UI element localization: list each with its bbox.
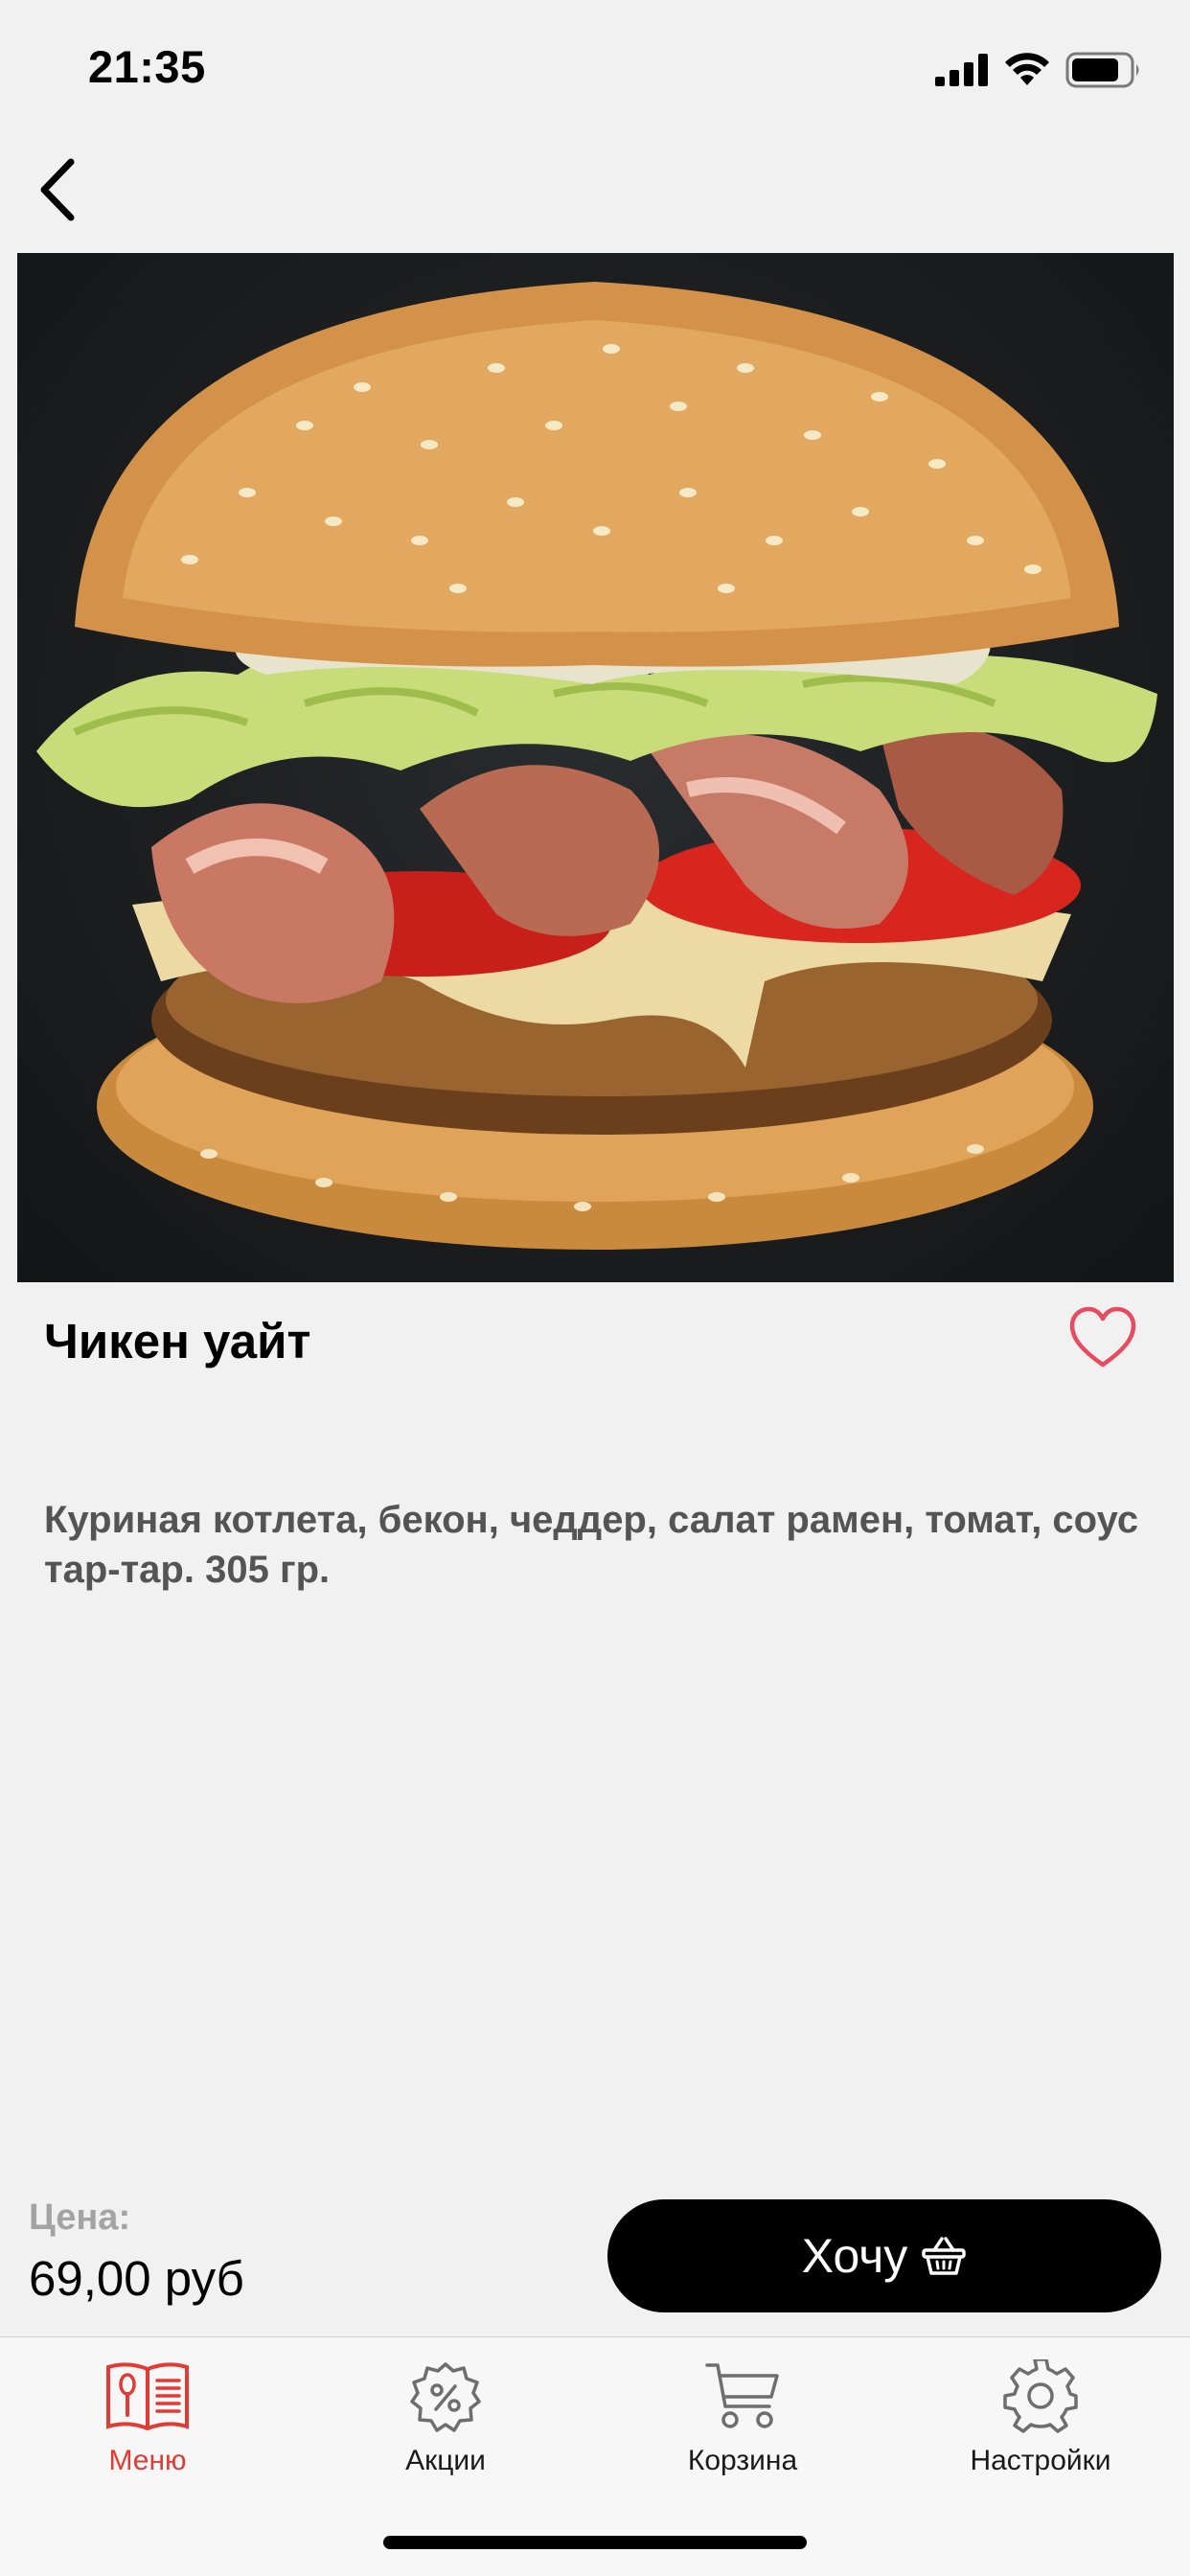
favorite-button[interactable] <box>1068 1305 1137 1370</box>
burger-photo-icon <box>36 282 1157 1250</box>
want-button-label: Хочу <box>801 2229 908 2283</box>
status-time: 21:35 <box>88 41 206 92</box>
tab-menu[interactable]: Меню <box>33 2357 263 2500</box>
signal-icon <box>935 54 988 86</box>
tab-promotions[interactable]: Акции <box>331 2357 561 2500</box>
price-label: Цена: <box>29 2197 131 2238</box>
tab-cart[interactable]: Корзина <box>628 2357 858 2500</box>
product-description: Куриная котлета, бекон, чеддер, салат ра… <box>44 1499 1139 1591</box>
tab-menu-label: Меню <box>108 2445 187 2476</box>
settings-gear-icon <box>1003 2359 1078 2433</box>
product-title: Чикен уайт <box>44 1314 311 1368</box>
price-value: 69,00 руб <box>29 2251 244 2306</box>
menu-book-icon <box>106 2362 189 2431</box>
product-screen: 21:35 Чикен уайт Куриная котлета, бекон,… <box>0 0 1190 2576</box>
chevron-left-icon <box>40 158 75 221</box>
tab-settings-label: Настройки <box>970 2445 1111 2476</box>
home-indicator <box>383 2536 807 2549</box>
battery-icon <box>1065 52 1139 88</box>
heart-outline-icon <box>1069 1306 1136 1368</box>
cart-icon <box>705 2363 779 2428</box>
back-button[interactable] <box>29 151 86 228</box>
tab-settings[interactable]: Настройки <box>926 2357 1156 2500</box>
want-button[interactable]: Хочу <box>607 2199 1161 2312</box>
basket-icon <box>922 2237 967 2275</box>
wifi-icon <box>1005 53 1049 85</box>
status-icons <box>935 48 1142 92</box>
tab-cart-label: Корзина <box>687 2445 798 2476</box>
discount-gear-icon <box>410 2362 481 2432</box>
product-image <box>17 253 1174 1282</box>
tab-promotions-label: Акции <box>405 2445 486 2476</box>
